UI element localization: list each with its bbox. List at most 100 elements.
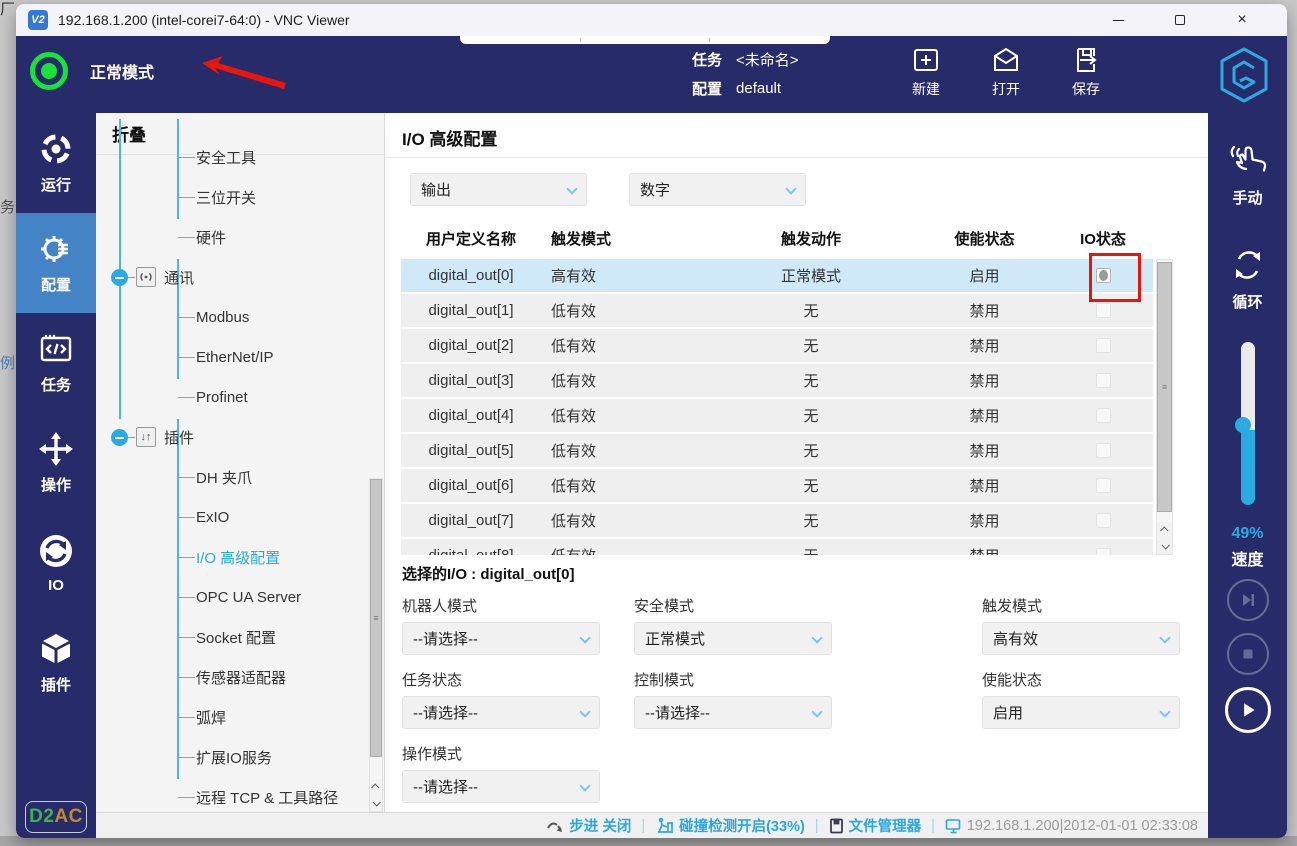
table-row[interactable]: digital_out[0] 高有效 正常模式 启用 (401, 259, 1153, 292)
tree-item[interactable]: ↓↑ DH 夹爪 (96, 457, 384, 497)
play-button[interactable] (1225, 687, 1271, 733)
io-state-indicator[interactable] (1096, 443, 1111, 458)
field-select[interactable]: 启用 (982, 696, 1180, 729)
minimize-button[interactable] (1087, 4, 1149, 36)
io-state-indicator[interactable] (1096, 478, 1111, 493)
tree-item[interactable]: ↓↑ ExIO (96, 497, 384, 537)
tree-collapse-icon[interactable] (111, 429, 128, 446)
remote-desktop: 正常模式 任务 <未命名> 配置 default (16, 36, 1287, 838)
scroll-down-icon[interactable] (370, 795, 382, 811)
form-field: 安全模式 正常模式 (634, 595, 982, 655)
nav-plugin[interactable]: 插件 (16, 613, 96, 713)
new-button[interactable]: 新建 (897, 44, 955, 99)
tree-item[interactable]: ↓↑ 三位开关 (96, 177, 384, 217)
tree-item[interactable]: ↓↑ OPC UA Server (96, 577, 384, 617)
nav-task[interactable]: 任务 (16, 313, 96, 413)
d2ac-badge[interactable]: D2AC (25, 801, 87, 833)
nav-io-label-run: 操作 (41, 474, 71, 495)
field-label: 触发模式 (982, 595, 1222, 616)
new-button-label: 新建 (912, 79, 940, 99)
tree-item[interactable]: ↓↑ 传感器适配器 (96, 657, 384, 697)
file-manager-button[interactable]: 文件管理器 (829, 815, 922, 836)
io-state-indicator[interactable] (1096, 513, 1111, 528)
io-state-indicator[interactable] (1096, 338, 1111, 353)
step-mode-toggle[interactable]: 步进 关闭 (546, 815, 631, 836)
play-icon (1237, 699, 1259, 721)
tree-item[interactable]: ↓↑ Modbus (96, 297, 384, 337)
tree-scrollbar-thumb[interactable]: ≡ (370, 479, 382, 757)
table-row[interactable]: digital_out[4] 低有效 无 禁用 (401, 399, 1153, 432)
title-bar[interactable]: V2 192.168.1.200 (intel-corei7-64:0) - V… (16, 4, 1287, 36)
cell-name: digital_out[0] (401, 267, 541, 284)
io-state-indicator[interactable] (1096, 408, 1111, 423)
tree-item[interactable]: ↓↑ 弧焊 (96, 697, 384, 737)
close-button[interactable]: × (1211, 4, 1273, 36)
io-state-indicator[interactable] (1096, 548, 1111, 555)
tree-item[interactable]: ↓↑ 插件 (96, 417, 384, 457)
io-direction-select[interactable]: 输出 (410, 173, 587, 206)
io-state-indicator[interactable] (1096, 373, 1111, 388)
table-row[interactable]: digital_out[5] 低有效 无 禁用 (401, 434, 1153, 467)
cell-name: digital_out[8] (401, 547, 541, 555)
io-type-select[interactable]: 数字 (629, 173, 806, 206)
field-select[interactable]: --请选择-- (402, 770, 600, 803)
scroll-up-icon[interactable] (370, 779, 382, 795)
tree-item[interactable]: ↓↑ 硬件 (96, 217, 384, 257)
page-title: I/O 高级配置 (402, 125, 497, 150)
slider-track-lower[interactable] (1241, 430, 1255, 505)
field-select[interactable]: 高有效 (982, 622, 1180, 655)
step-arrow-icon (546, 818, 564, 834)
status-bar: 步进 关闭 | 碰撞检测开启(33%) | 文件管理器 | (96, 812, 1208, 838)
loop-mode-button[interactable]: 循环 (1208, 245, 1287, 312)
tree-item[interactable]: ↓↑ Profinet (96, 377, 384, 417)
chevron-down-icon (566, 183, 577, 194)
config-label: 配置 (692, 78, 722, 99)
field-select[interactable]: --请选择-- (634, 696, 832, 729)
field-select[interactable]: --请选择-- (402, 696, 600, 729)
table-row[interactable]: digital_out[6] 低有效 无 禁用 (401, 469, 1153, 502)
tree-collapse-icon[interactable] (111, 269, 128, 286)
maximize-button[interactable] (1149, 4, 1211, 36)
tree-item[interactable]: ↓↑ 通讯 (96, 257, 384, 297)
tree-scrollbar[interactable]: ≡ (369, 478, 383, 812)
scroll-down-icon[interactable] (1157, 538, 1172, 554)
cell-trigger-mode: 低有效 (541, 475, 706, 496)
nav-run[interactable]: 运行 (16, 113, 96, 213)
slider-thumb[interactable] (1235, 417, 1251, 433)
cell-trigger-mode: 高有效 (541, 265, 706, 286)
tree-item[interactable]: ↓↑ EtherNet/IP (96, 337, 384, 377)
tree-item[interactable]: ↓↑ 安全工具 (96, 137, 384, 177)
table-row[interactable]: digital_out[8] 低有效 无 禁用 (401, 539, 1153, 555)
field-value: --请选择-- (413, 628, 478, 649)
nav-plugin-label: 插件 (41, 674, 71, 695)
cell-io-state (1053, 443, 1153, 458)
nav-config[interactable]: 配置 (16, 213, 96, 313)
manual-mode-button[interactable]: 手动 (1208, 141, 1287, 208)
table-scrollbar[interactable]: ≡ (1156, 259, 1173, 555)
tree-item[interactable]: ↓↑ 远程 TCP & 工具路径 (96, 777, 384, 812)
tree-item[interactable]: ↓↑ I/O 高级配置 (96, 537, 384, 577)
field-select[interactable]: --请选择-- (402, 622, 600, 655)
io-state-indicator[interactable] (1096, 303, 1111, 318)
tree-item-label: I/O 高级配置 (196, 547, 280, 568)
vnc-toolbar-notch[interactable] (460, 36, 830, 44)
open-button[interactable]: 打开 (977, 44, 1035, 99)
scroll-up-icon[interactable] (1157, 522, 1172, 538)
speed-slider[interactable] (1241, 342, 1255, 505)
tree-item[interactable]: ↓↑ Socket 配置 (96, 617, 384, 657)
tree-item[interactable]: ↓↑ 扩展IO服务 (96, 737, 384, 777)
field-select[interactable]: 正常模式 (634, 622, 832, 655)
collision-detect-toggle[interactable]: 碰撞检测开启(33%) (655, 815, 805, 836)
table-row[interactable]: digital_out[3] 低有效 无 禁用 (401, 364, 1153, 397)
tree-item-label: OPC UA Server (196, 589, 301, 606)
table-row[interactable]: digital_out[2] 低有效 无 禁用 (401, 329, 1153, 362)
nav-io[interactable]: IO (16, 513, 96, 613)
table-scrollbar-thumb[interactable]: ≡ (1157, 262, 1172, 512)
save-button[interactable]: 保存 (1057, 44, 1115, 99)
table-row[interactable]: digital_out[1] 低有效 无 禁用 (401, 294, 1153, 327)
step-forward-button[interactable] (1227, 579, 1269, 621)
table-row[interactable]: digital_out[7] 低有效 无 禁用 (401, 504, 1153, 537)
nav-operate[interactable]: 操作 (16, 413, 96, 513)
stop-button[interactable] (1227, 633, 1269, 675)
tree-item-label: 通讯 (164, 267, 194, 288)
